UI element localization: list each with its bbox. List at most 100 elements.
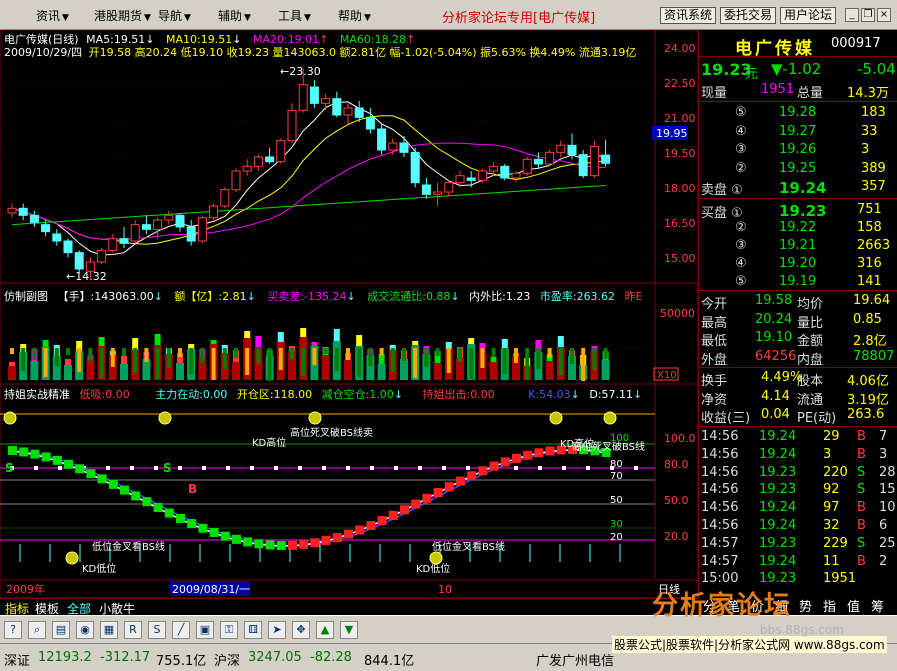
quote-tab[interactable]: 指 — [823, 596, 836, 615]
dice-icon[interactable]: ⚅ — [244, 621, 262, 639]
kd-step-block — [86, 469, 96, 479]
tick-row: 14:56 19.24 32 B 6 — [699, 518, 897, 536]
kd-dot — [298, 466, 302, 470]
volume-down-bar — [267, 348, 272, 381]
rsi-icon[interactable]: R — [124, 621, 142, 639]
sub1-y-tick: 50000 — [660, 307, 695, 320]
stat2-key: PE(动) — [797, 411, 837, 426]
move-icon[interactable]: ✥ — [292, 621, 310, 639]
kd-dot — [442, 466, 446, 470]
volume-down-bar — [536, 348, 541, 369]
tick-price: 19.23 — [759, 535, 797, 551]
tick-count: 2 — [879, 553, 888, 569]
lock-icon[interactable]: ⚿ — [220, 621, 238, 639]
cal-icon[interactable]: ▣ — [196, 621, 214, 639]
status-bar: 深证 12193.2 -312.17 755.1亿 沪深 3247.05 -82… — [0, 636, 897, 671]
candle-body — [567, 144, 577, 156]
kd-dot — [514, 466, 518, 470]
date-axis-cursor: 2009/08/31/一 — [172, 583, 250, 596]
ma10-line — [11, 115, 606, 245]
tick-time: 14:56 — [701, 446, 739, 462]
ad-text[interactable]: 股票公式|股票软件|分析家公式网 www.88gs.com — [612, 636, 887, 653]
sub2-title: 持姐实战精准 — [4, 387, 70, 401]
up-icon[interactable]: ▲ — [316, 621, 334, 639]
candle-body — [343, 107, 353, 116]
candle-body — [388, 142, 398, 151]
kd-step-block — [176, 513, 185, 523]
stat-key: 内盘 — [797, 352, 824, 368]
stat2-value: 0.04 — [761, 407, 790, 422]
kd-step-block — [310, 538, 320, 548]
stat2-row: 换手 4.49% 股本 4.06亿 — [699, 370, 897, 389]
sub1-title: 仿制副图 — [4, 290, 48, 303]
forum-button[interactable]: 用户论坛 — [780, 7, 837, 24]
stat-row: 外盘 64256 内盘 78807 — [699, 348, 897, 368]
line-icon[interactable]: ╱ — [172, 621, 190, 639]
kd-dot — [106, 466, 110, 470]
candle-body — [164, 214, 174, 221]
tick-time: 14:56 — [701, 429, 739, 444]
sql-icon[interactable]: S — [148, 621, 166, 639]
date-axis-month: 10 — [438, 583, 452, 596]
menu-help[interactable]: 帮助 ▼ — [338, 7, 371, 24]
sell-row: ⑤ 19.28 183 — [699, 105, 897, 123]
candle-body — [52, 233, 62, 242]
tick-price: 19.23 — [759, 464, 797, 480]
quote-tab[interactable]: 势 — [799, 596, 812, 615]
arrow-icon[interactable]: ➤ — [268, 621, 286, 639]
tick-row: 14:56 19.24 97 B 10 — [699, 500, 897, 518]
kd-step-block — [377, 516, 387, 526]
volume-down-bar — [413, 348, 418, 378]
candle-body — [489, 165, 499, 172]
help-icon[interactable]: ? — [4, 621, 22, 639]
info-system-button[interactable]: 资讯系统 — [660, 7, 717, 24]
divider — [699, 290, 897, 291]
minimize-icon[interactable]: _ — [845, 8, 859, 22]
quote-tab[interactable]: 值 — [847, 596, 860, 615]
kd-step-block — [388, 510, 398, 520]
candle-body — [399, 142, 409, 153]
price-row: 19.23 元 ▼-1.02 -5.04 — [699, 60, 897, 82]
candle-body — [97, 249, 107, 263]
trade-button[interactable]: 委托交易 — [720, 7, 777, 24]
candle-body — [354, 107, 364, 118]
quote-tab[interactable]: 筹 — [871, 596, 884, 615]
volume-down-bar — [122, 348, 126, 356]
volume-down-bar — [581, 348, 586, 381]
menu-tools[interactable]: 工具 ▼ — [278, 7, 311, 24]
tick-price: 19.24 — [759, 500, 797, 516]
sell-price: 19.28 — [779, 105, 817, 120]
zoom-icon[interactable]: ⌕ — [28, 621, 46, 639]
y-tick-label: 15.00 — [664, 252, 696, 265]
sz-label: 深证 — [4, 654, 31, 669]
tick-volume: 92 — [823, 482, 840, 498]
menu-info[interactable]: 资讯 ▼ — [36, 7, 69, 24]
close-icon[interactable]: × — [877, 8, 891, 22]
volume-down-bar — [547, 348, 552, 358]
volume-down-bar — [558, 348, 563, 375]
chart-svg[interactable]: 24.00 22.50 21.00 19.50 18.00 16.50 15.0… — [0, 30, 698, 598]
chart-area[interactable]: 24.00 22.50 21.00 19.50 18.00 16.50 15.0… — [0, 30, 698, 598]
sub1-multiplier: X10 — [657, 370, 677, 381]
moneybag-icon — [158, 411, 172, 425]
volume-bar — [545, 361, 554, 380]
menu-nav[interactable]: 导航 ▼ — [158, 7, 191, 24]
sz-amount: 755.1亿 — [156, 654, 207, 669]
kd-step-block — [220, 531, 230, 541]
stat2-key: 净资 — [701, 392, 728, 408]
buy-price: 19.23 — [779, 202, 827, 220]
chart-icon[interactable]: ▤ — [52, 621, 70, 639]
volume-sub-bar — [277, 332, 284, 342]
eye-icon[interactable]: ◉ — [76, 621, 94, 639]
volume-down-bar — [357, 348, 362, 377]
restore-icon[interactable]: ❐ — [861, 8, 875, 22]
menu-aux[interactable]: 辅助 ▼ — [218, 7, 251, 24]
stat-value: 78807 — [853, 348, 895, 364]
price-y-axis: 24.00 22.50 21.00 19.50 18.00 16.50 15.0… — [664, 42, 696, 265]
kd-step-block — [41, 452, 51, 462]
down-icon[interactable]: ▼ — [340, 621, 358, 639]
table-icon[interactable]: ▦ — [100, 621, 118, 639]
sub1-f7: 昨E — [625, 290, 643, 303]
sell-level: ② — [735, 160, 747, 176]
menu-hk-futures[interactable]: 港股期货 ▼ — [94, 7, 151, 24]
